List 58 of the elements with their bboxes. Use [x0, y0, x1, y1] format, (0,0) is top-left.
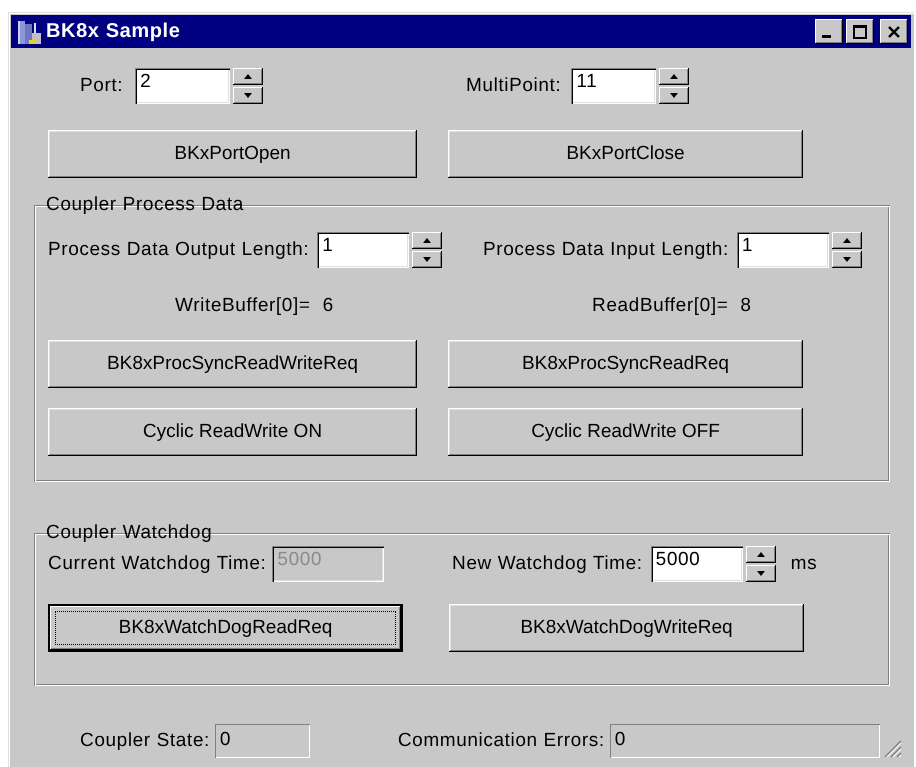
field-label: Current Watchdog Time:: [48, 553, 266, 575]
down-arrow-icon: [423, 257, 432, 262]
minimize-button[interactable]: [815, 19, 843, 44]
buffer-label: ReadBuffer[0]=: [592, 295, 728, 317]
buffer-value: 8: [740, 295, 752, 317]
maximize-icon: [853, 24, 867, 38]
number-field[interactable]: 1: [317, 232, 410, 268]
status-field[interactable]: 0: [214, 724, 310, 758]
down-arrow-icon: [244, 93, 252, 98]
group-title: Coupler Process Data: [45, 194, 245, 216]
up-arrow-icon: [756, 552, 765, 557]
up-arrow-icon: [670, 74, 678, 79]
action-button[interactable]: BK8xProcSyncReadWriteReq: [48, 340, 417, 388]
field-label: Port:: [80, 75, 124, 97]
up-arrow-icon: [244, 74, 252, 79]
maximize-button[interactable]: [846, 19, 874, 44]
status-field[interactable]: 0: [610, 724, 880, 758]
spin-up-button[interactable]: [412, 232, 442, 249]
window-title: BK8x Sample: [46, 20, 182, 43]
spin-down-button[interactable]: [746, 565, 776, 582]
status-label: Coupler State:: [80, 730, 210, 752]
number-field[interactable]: 2: [135, 68, 230, 104]
status-label: Communication Errors:: [398, 730, 605, 752]
spin-up-button[interactable]: [832, 232, 862, 249]
action-button[interactable]: BK8xProcSyncReadReq: [448, 340, 803, 388]
field-label: Process Data Input Length:: [483, 239, 729, 261]
spin-up-button[interactable]: [233, 68, 264, 85]
close-icon: [888, 26, 900, 38]
action-button[interactable]: BK8xWatchDogReadReq: [48, 604, 403, 652]
buffer-label: WriteBuffer[0]=: [175, 295, 311, 317]
action-button[interactable]: BK8xWatchDogWriteReq: [449, 604, 804, 652]
action-button[interactable]: Cyclic ReadWrite OFF: [448, 408, 803, 456]
field-label: Process Data Output Length:: [48, 239, 310, 261]
field-label: MultiPoint:: [466, 75, 562, 97]
action-button[interactable]: BKxPortClose: [448, 130, 803, 178]
up-arrow-icon: [423, 238, 432, 243]
spin-up-button[interactable]: [746, 546, 776, 563]
field-label: New Watchdog Time:: [452, 553, 643, 575]
unit-label: ms: [790, 553, 818, 575]
number-field[interactable]: 5000: [650, 546, 743, 582]
spin-down-button[interactable]: [233, 87, 264, 104]
up-arrow-icon: [842, 238, 851, 243]
buffer-value: 6: [322, 295, 334, 317]
number-field[interactable]: 11: [571, 68, 656, 104]
spin-up-button[interactable]: [659, 68, 690, 85]
action-button[interactable]: BKxPortOpen: [48, 130, 417, 178]
number-field[interactable]: 1: [736, 232, 829, 268]
minimize-icon: [822, 35, 830, 38]
down-arrow-icon: [842, 257, 851, 262]
close-button[interactable]: [880, 19, 908, 44]
spin-down-button[interactable]: [832, 251, 862, 268]
resize-grip-icon[interactable]: [882, 738, 902, 758]
group-title: Coupler Watchdog: [45, 522, 214, 544]
down-arrow-icon: [756, 571, 765, 576]
spin-down-button[interactable]: [412, 251, 442, 268]
down-arrow-icon: [670, 93, 678, 98]
spin-down-button[interactable]: [659, 87, 690, 104]
action-button[interactable]: Cyclic ReadWrite ON: [48, 408, 417, 456]
